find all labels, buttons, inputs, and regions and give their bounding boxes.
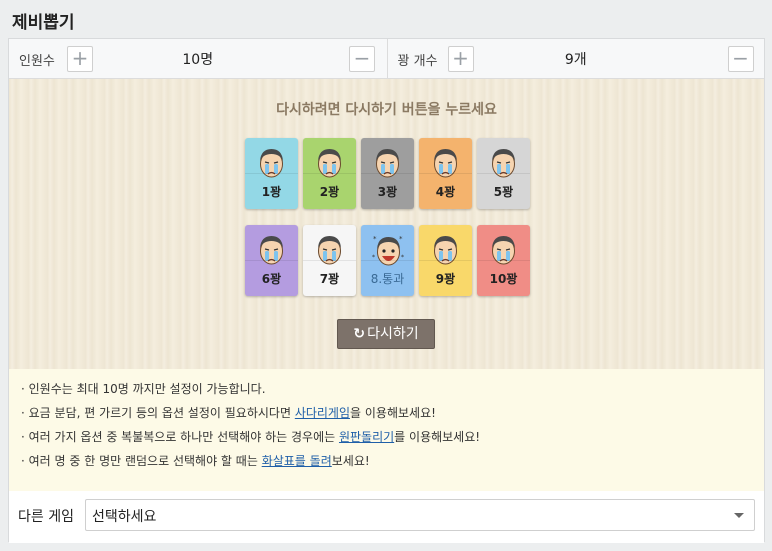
lottery-card[interactable]: 2꽝	[303, 138, 356, 209]
note-text: 보세요!	[331, 454, 370, 468]
lottery-card[interactable]: 10꽝	[477, 225, 530, 296]
lose-count-value: 9개	[564, 52, 587, 68]
note-text: 를 이용해보세요!	[394, 430, 481, 444]
lottery-card[interactable]: 4꽝	[419, 138, 472, 209]
card-label: 1꽝	[261, 185, 282, 199]
note-text: · 여러 명 중 한 명만 랜덤으로 선택해야 할 때는	[21, 454, 262, 468]
ladder-game-link[interactable]: 사다리게임	[295, 406, 350, 420]
other-game-selected-value: 선택하세요	[92, 509, 157, 525]
instruction-text: 다시하려면 다시하기 버튼을 누르세요	[276, 102, 497, 118]
arrow-spin-link[interactable]: 화살표를 돌려	[262, 454, 332, 468]
people-count-control: 인원수 + 10명 −	[9, 39, 387, 79]
card-label: 2꽝	[319, 185, 340, 199]
lottery-card[interactable]: 7꽝	[303, 225, 356, 296]
lottery-card[interactable]: 5꽝	[477, 138, 530, 209]
app-title: 제비뽑기	[12, 13, 75, 33]
card-label: 10꽝	[489, 272, 518, 286]
people-minus-button[interactable]: −	[349, 46, 375, 72]
notes-box: · 인원수는 최대 10명 까지만 설정이 가능합니다. · 요금 분담, 편 …	[9, 369, 764, 491]
card-label: 4꽝	[435, 185, 456, 199]
lottery-card[interactable]: * * * * 8.통과	[361, 225, 414, 296]
control-bar: 인원수 + 10명 − 꽝 개수 + 9개 −	[9, 39, 764, 79]
card-label: 8.통과	[370, 272, 405, 286]
card-label: 6꽝	[261, 272, 282, 286]
note-line: · 인원수는 최대 10명 까지만 설정이 가능합니다.	[21, 379, 752, 403]
lottery-card[interactable]: 1꽝	[245, 138, 298, 209]
chevron-down-icon	[734, 513, 744, 518]
note-text: · 여러 가지 옵션 중 복불복으로 하나만 선택해야 하는 경우에는	[21, 430, 339, 444]
other-game-select[interactable]: 선택하세요	[85, 499, 755, 531]
other-game-label: 다른 게임	[18, 509, 74, 525]
retry-label: 다시하기	[367, 326, 419, 342]
note-line: · 여러 가지 옵션 중 복불복으로 하나만 선택해야 하는 경우에는 원판돌리…	[21, 427, 752, 451]
card-label: 3꽝	[377, 185, 398, 199]
note-text: 을 이용해보세요!	[350, 406, 436, 420]
card-label: 9꽝	[435, 272, 456, 286]
card-label: 7꽝	[319, 272, 340, 286]
retry-button[interactable]: ↻ 다시하기	[337, 319, 435, 349]
svg-text:*: *	[401, 254, 404, 261]
note-line: · 여러 명 중 한 명만 랜덤으로 선택해야 할 때는 화살표를 돌려보세요!	[21, 451, 752, 475]
svg-text:*: *	[372, 254, 375, 261]
other-game-row: 다른 게임 선택하세요	[9, 491, 764, 543]
refresh-icon: ↻	[353, 326, 366, 342]
card-label: 5꽝	[493, 185, 514, 199]
note-text: · 요금 분담, 편 가르기 등의 옵션 설정이 필요하시다면	[21, 406, 295, 420]
people-count-value: 10명	[182, 52, 214, 68]
svg-text:*: *	[399, 235, 403, 243]
lottery-card[interactable]: 3꽝	[361, 138, 414, 209]
svg-text:*: *	[373, 235, 377, 243]
note-text: · 인원수는 최대 10명 까지만 설정이 가능합니다.	[21, 382, 266, 396]
lose-minus-button[interactable]: −	[727, 46, 754, 72]
lottery-card[interactable]: 6꽝	[245, 225, 298, 296]
game-panel: 인원수 + 10명 − 꽝 개수 + 9개 − 다시하려면 다시하기 버튼을 누…	[8, 38, 765, 543]
note-line: · 요금 분담, 편 가르기 등의 옵션 설정이 필요하시다면 사다리게임을 이…	[21, 403, 752, 427]
lose-count-control: 꽝 개수 + 9개 −	[386, 39, 765, 79]
lottery-card[interactable]: 9꽝	[419, 225, 472, 296]
roulette-link[interactable]: 원판돌리기	[339, 430, 394, 444]
game-board: 다시하려면 다시하기 버튼을 누르세요 1꽝 2꽝 3꽝 4꽝 5꽝 6꽝 7꽝 * * * * 8.…	[9, 79, 764, 408]
